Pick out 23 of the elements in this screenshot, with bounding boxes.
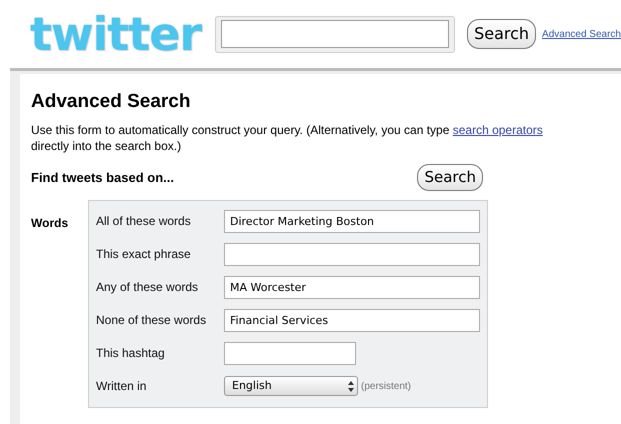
text-field[interactable]: [224, 342, 356, 364]
text-field[interactable]: Director Marketing Boston: [224, 210, 480, 232]
text-field[interactable]: [224, 242, 480, 266]
advanced-search-link[interactable]: Advanced Search: [542, 26, 621, 42]
search-button[interactable]: Search: [417, 164, 483, 190]
section-heading: Find tweets based on...: [31, 168, 174, 186]
language-select[interactable]: English: [224, 376, 358, 396]
text-field[interactable]: MA Worcester: [224, 276, 480, 298]
search-button[interactable]: Search: [467, 19, 536, 49]
field-label: This hashtag: [96, 345, 166, 362]
text-field[interactable]: Financial Services: [224, 308, 480, 332]
field-label: None of these words: [96, 312, 208, 329]
persistent-note: (persistent): [361, 380, 412, 394]
intro-text: Use this form to automatically construct your query. (Alternatively, you can type search operators directly into the search box.): [31, 122, 544, 154]
group-label: Words: [31, 214, 70, 232]
search-field[interactable]: [215, 16, 456, 52]
field-label: Any of these words: [96, 279, 200, 296]
field-label: All of these words: [96, 213, 192, 230]
field-label: This exact phrase: [96, 246, 192, 263]
field-label: Written in: [96, 378, 148, 395]
dropdown-arrows-icon: [348, 380, 354, 392]
page-title: Advanced Search: [31, 92, 192, 111]
search-operators-link[interactable]: search operators: [452, 123, 543, 137]
